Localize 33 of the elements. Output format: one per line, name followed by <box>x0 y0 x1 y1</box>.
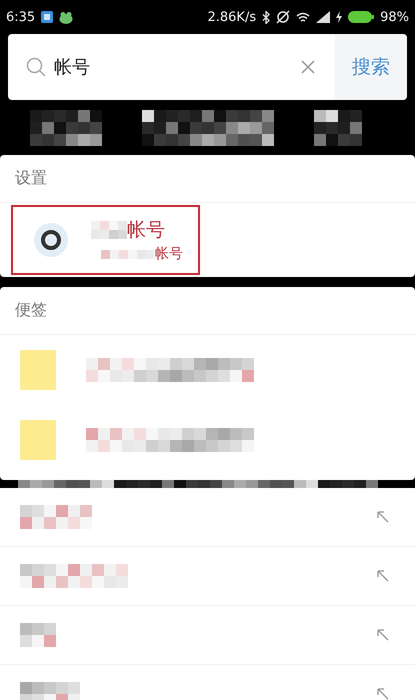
section-title: 便签 <box>0 287 415 335</box>
wifi-icon <box>296 12 310 22</box>
search-icon <box>26 57 46 77</box>
gear-icon <box>33 222 69 258</box>
pixelated-text <box>20 505 92 529</box>
charging-icon <box>336 11 342 23</box>
rotation-lock-icon <box>276 10 290 24</box>
pixelated-text <box>30 110 102 146</box>
fill-arrow-icon[interactable] <box>377 688 389 700</box>
signal-icon <box>316 11 330 23</box>
battery-icon <box>348 11 374 23</box>
section-title: 设置 <box>0 155 415 203</box>
fill-arrow-icon[interactable] <box>377 629 389 641</box>
search-input[interactable]: 帐号 <box>54 55 301 79</box>
pixelated-text <box>91 221 127 239</box>
setting-result[interactable]: 帐号 帐号 <box>11 205 200 275</box>
note-icon <box>20 350 56 390</box>
pixelated-text <box>101 250 155 258</box>
result-subtitle: 帐号 <box>155 245 183 263</box>
frog-icon <box>59 10 74 24</box>
search-button[interactable]: 搜索 <box>335 34 407 100</box>
app-icon <box>41 11 54 23</box>
network-speed: 2.86K/s <box>207 10 256 24</box>
pixelated-text <box>20 623 56 647</box>
result-title: 帐号 <box>127 218 165 243</box>
clear-icon[interactable] <box>301 60 315 74</box>
fill-arrow-icon[interactable] <box>377 570 389 582</box>
note-icon <box>20 420 56 460</box>
battery-percent: 98% <box>380 10 409 24</box>
pixelated-text <box>314 110 362 146</box>
clock-time: 6:35 <box>6 10 36 24</box>
fill-arrow-icon[interactable] <box>377 511 389 523</box>
bluetooth-icon <box>262 10 270 24</box>
